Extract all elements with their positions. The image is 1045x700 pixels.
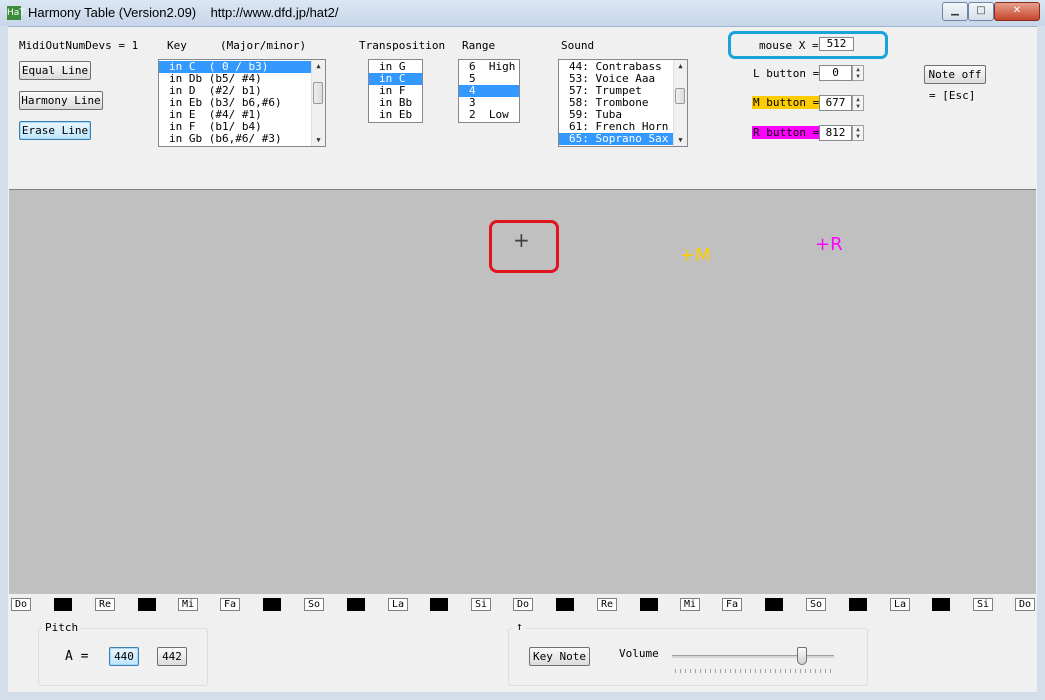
window-title: Harmony Table (Version2.09) http://www.d… bbox=[28, 5, 339, 20]
m-button-label: M button = bbox=[752, 96, 821, 109]
erase-line-button[interactable]: Erase Line bbox=[19, 121, 91, 140]
key-scrollbar[interactable]: ▲ ▼ bbox=[311, 60, 325, 146]
note-key-do[interactable]: Do bbox=[513, 598, 533, 611]
m-button-spinner[interactable]: ▲ ▼ bbox=[852, 95, 864, 111]
note-key-si[interactable]: Si bbox=[973, 598, 993, 611]
l-button-spinner[interactable]: ▲ ▼ bbox=[852, 65, 864, 81]
scroll-up-icon[interactable]: ▲ bbox=[674, 60, 687, 72]
range-item[interactable]: 5 bbox=[459, 73, 519, 85]
pitch-440-button[interactable]: 440 bbox=[109, 647, 139, 666]
a-pitch-label: A = bbox=[65, 649, 89, 664]
note-key-fa[interactable]: Fa bbox=[722, 598, 742, 611]
esc-hint: = [Esc] bbox=[929, 89, 976, 102]
note-key-sharp[interactable] bbox=[430, 598, 448, 611]
note-off-button[interactable]: Note off bbox=[924, 65, 986, 84]
transposition-listbox[interactable]: in Gin Cin Fin Bb in Eb bbox=[368, 59, 423, 123]
note-key-re[interactable]: Re bbox=[95, 598, 115, 611]
note-key-sharp[interactable] bbox=[347, 598, 365, 611]
note-key-sharp[interactable] bbox=[263, 598, 281, 611]
pitch-group-label: Pitch bbox=[42, 621, 82, 634]
scroll-up-icon[interactable]: ▲ bbox=[312, 60, 325, 72]
sound-listbox[interactable]: 44: Contrabass 53: Voice Aaa 57: Trumpet 58… bbox=[558, 59, 688, 147]
note-key-sharp[interactable] bbox=[54, 598, 72, 611]
note-key-fa[interactable]: Fa bbox=[220, 598, 240, 611]
sound-label: Sound bbox=[561, 39, 595, 52]
note-key-sharp[interactable] bbox=[640, 598, 658, 611]
transposition-item[interactable]: in Eb bbox=[369, 109, 422, 121]
range-item[interactable]: 4 bbox=[459, 85, 519, 97]
mouse-x-label: mouse X = bbox=[759, 39, 819, 52]
window-frame-right bbox=[1037, 26, 1045, 700]
note-key-si[interactable]: Si bbox=[471, 598, 491, 611]
window-frame-left bbox=[0, 26, 8, 700]
range-item[interactable]: 2 Low bbox=[459, 109, 519, 121]
range-listbox[interactable]: 6 High 5 4 3 2 Low bbox=[458, 59, 520, 123]
volume-label: Volume bbox=[619, 647, 659, 660]
sound-item[interactable]: 65: Soprano Sax bbox=[559, 133, 687, 145]
note-key-do[interactable]: Do bbox=[11, 598, 31, 611]
mouse-x-value: 512 bbox=[819, 37, 854, 51]
note-key-mi[interactable]: Mi bbox=[680, 598, 700, 611]
r-button-marker: +R bbox=[815, 234, 843, 255]
m-button-marker: +M bbox=[680, 245, 711, 266]
range-label: Range bbox=[462, 39, 496, 52]
r-button-label: R button = bbox=[752, 126, 821, 139]
r-button-spinner[interactable]: ▲ ▼ bbox=[852, 125, 864, 141]
note-key-so[interactable]: So bbox=[304, 598, 324, 611]
m-button-field[interactable]: 677 bbox=[819, 95, 852, 111]
key-listbox[interactable]: in C ( 0 / b3) in Db (b5/ #4) in D (#2/ b1… bbox=[158, 59, 326, 147]
l-button-label: L button = bbox=[753, 67, 820, 80]
volume-slider-thumb[interactable] bbox=[797, 647, 807, 665]
r-button-field[interactable]: 812 bbox=[819, 125, 852, 141]
note-key-so[interactable]: So bbox=[806, 598, 826, 611]
key-label: Key (Major/minor) bbox=[167, 39, 307, 52]
note-key-sharp[interactable] bbox=[556, 598, 574, 611]
volume-slider-ticks bbox=[675, 669, 833, 673]
sound-scrollbar[interactable]: ▲ ▼ bbox=[673, 60, 687, 146]
note-key-mi[interactable]: Mi bbox=[178, 598, 198, 611]
app-icon: HaT bbox=[7, 6, 25, 20]
note-key-sharp[interactable] bbox=[138, 598, 156, 611]
range-item[interactable]: 6 High bbox=[459, 61, 519, 73]
window-frame-bottom bbox=[0, 692, 1045, 700]
note-key-sharp[interactable] bbox=[849, 598, 867, 611]
note-key-la[interactable]: La bbox=[388, 598, 408, 611]
note-key-sharp[interactable] bbox=[932, 598, 950, 611]
scroll-thumb[interactable] bbox=[313, 82, 323, 104]
key-item[interactable]: in Gb (b6,#6/ #3) bbox=[159, 133, 325, 145]
close-button[interactable]: ✕ bbox=[994, 2, 1040, 21]
key-note-button[interactable]: Key Note bbox=[529, 647, 590, 666]
note-key-la[interactable]: La bbox=[890, 598, 910, 611]
note-key-do[interactable]: Do bbox=[1015, 598, 1035, 611]
l-button-field[interactable]: 0 bbox=[819, 65, 852, 81]
mouse-cursor-crosshair: + bbox=[513, 228, 530, 252]
note-key-sharp[interactable] bbox=[765, 598, 783, 611]
minimize-button[interactable]: ▁ bbox=[942, 2, 968, 21]
equal-line-button[interactable]: Equal Line bbox=[19, 61, 91, 80]
scroll-down-icon[interactable]: ▼ bbox=[674, 134, 687, 146]
transposition-label: Transposition bbox=[359, 39, 446, 52]
midi-devices-label: MidiOutNumDevs = 1 bbox=[19, 39, 139, 52]
maximize-button[interactable]: □ bbox=[968, 2, 994, 21]
up-arrow-icon: ↑ bbox=[513, 620, 526, 633]
scroll-thumb[interactable] bbox=[675, 88, 685, 104]
harmony-line-button[interactable]: Harmony Line bbox=[19, 91, 103, 110]
note-key-re[interactable]: Re bbox=[597, 598, 617, 611]
pitch-442-button[interactable]: 442 bbox=[157, 647, 187, 666]
scroll-down-icon[interactable]: ▼ bbox=[312, 134, 325, 146]
volume-slider-track[interactable] bbox=[672, 655, 834, 658]
